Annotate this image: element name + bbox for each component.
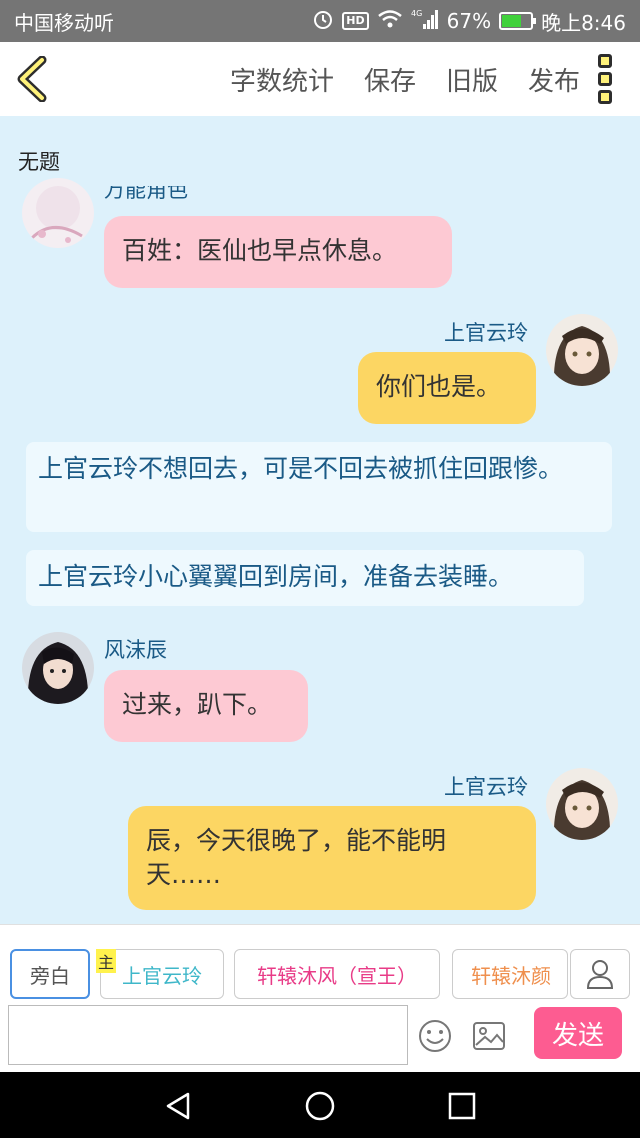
- alarm-icon: [312, 8, 334, 35]
- main-role-badge: 主: [96, 949, 117, 973]
- avatar[interactable]: [22, 178, 94, 248]
- image-icon[interactable]: [472, 1021, 506, 1055]
- publish-button[interactable]: 发布: [528, 61, 580, 98]
- nav-back-icon[interactable]: [164, 1091, 192, 1125]
- battery-percent: 67%: [446, 9, 492, 33]
- menu-dot-icon: [598, 90, 612, 104]
- signal-icon: 4G: [411, 8, 439, 35]
- narration-block[interactable]: 上官云玲小心翼翼回到房间，准备去装睡。: [26, 550, 584, 606]
- save-button[interactable]: 保存: [364, 61, 416, 98]
- more-menu-button[interactable]: [598, 54, 618, 104]
- battery-icon: [499, 12, 537, 30]
- role-chip[interactable]: 轩辕沐风（宣王）: [234, 949, 440, 999]
- sender-name: 上官云玲: [444, 321, 528, 345]
- narration-block[interactable]: 上官云玲不想回去，可是不回去被抓住回跟惨。: [26, 442, 612, 532]
- word-count-button[interactable]: 字数统计: [230, 61, 334, 98]
- chat-area[interactable]: 无题 万能角色 百姓：医仙也早点休息。 上官云玲 你们也是。 上官云玲不想回去，…: [0, 116, 640, 924]
- message-bubble[interactable]: 过来，趴下。: [104, 670, 308, 742]
- old-version-button[interactable]: 旧版: [446, 61, 498, 98]
- menu-dot-icon: [598, 72, 612, 86]
- role-manager-button[interactable]: [570, 949, 630, 999]
- send-button[interactable]: 发送: [534, 1007, 622, 1059]
- nav-recents-icon[interactable]: [448, 1092, 476, 1124]
- role-chip-narration[interactable]: 旁白: [10, 949, 90, 999]
- avatar[interactable]: [22, 632, 94, 704]
- back-button[interactable]: [14, 55, 54, 103]
- message-bubble[interactable]: 辰，今天很晚了，能不能明天……: [128, 806, 536, 910]
- clock: 晚上8:46: [541, 10, 626, 35]
- nav-home-icon[interactable]: [304, 1090, 336, 1126]
- sender-name: 万能角色: [104, 186, 188, 200]
- avatar[interactable]: [546, 314, 618, 386]
- carrier-label: 中国移动听: [14, 10, 114, 35]
- sender-name: 风沫辰: [104, 638, 167, 662]
- network-type: 4G: [411, 9, 422, 18]
- emoji-icon[interactable]: [418, 1019, 452, 1057]
- status-bar: 中国移动听 HD 4G 67% 晚上8:46: [0, 0, 640, 42]
- top-toolbar: 字数统计 保存 旧版 发布: [0, 42, 640, 116]
- menu-dot-icon: [598, 54, 612, 68]
- hd-icon: HD: [342, 12, 369, 30]
- person-icon: [586, 960, 614, 989]
- sender-name: 上官云玲: [444, 775, 528, 799]
- system-navigation-bar: [0, 1072, 640, 1138]
- wifi-icon: [377, 9, 403, 34]
- role-chip[interactable]: 轩辕沐颜: [452, 949, 568, 999]
- document-title[interactable]: 无题: [18, 146, 60, 176]
- role-chip[interactable]: 上官云玲: [100, 949, 224, 999]
- composer: 旁白 上官云玲 主 轩辕沐风（宣王） 轩辕沐颜 发送: [0, 924, 640, 1072]
- message-bubble[interactable]: 百姓：医仙也早点休息。: [104, 216, 452, 288]
- chevron-left-icon: [17, 55, 47, 103]
- avatar[interactable]: [546, 768, 618, 840]
- message-bubble[interactable]: 你们也是。: [358, 352, 536, 424]
- message-input[interactable]: [8, 1005, 408, 1065]
